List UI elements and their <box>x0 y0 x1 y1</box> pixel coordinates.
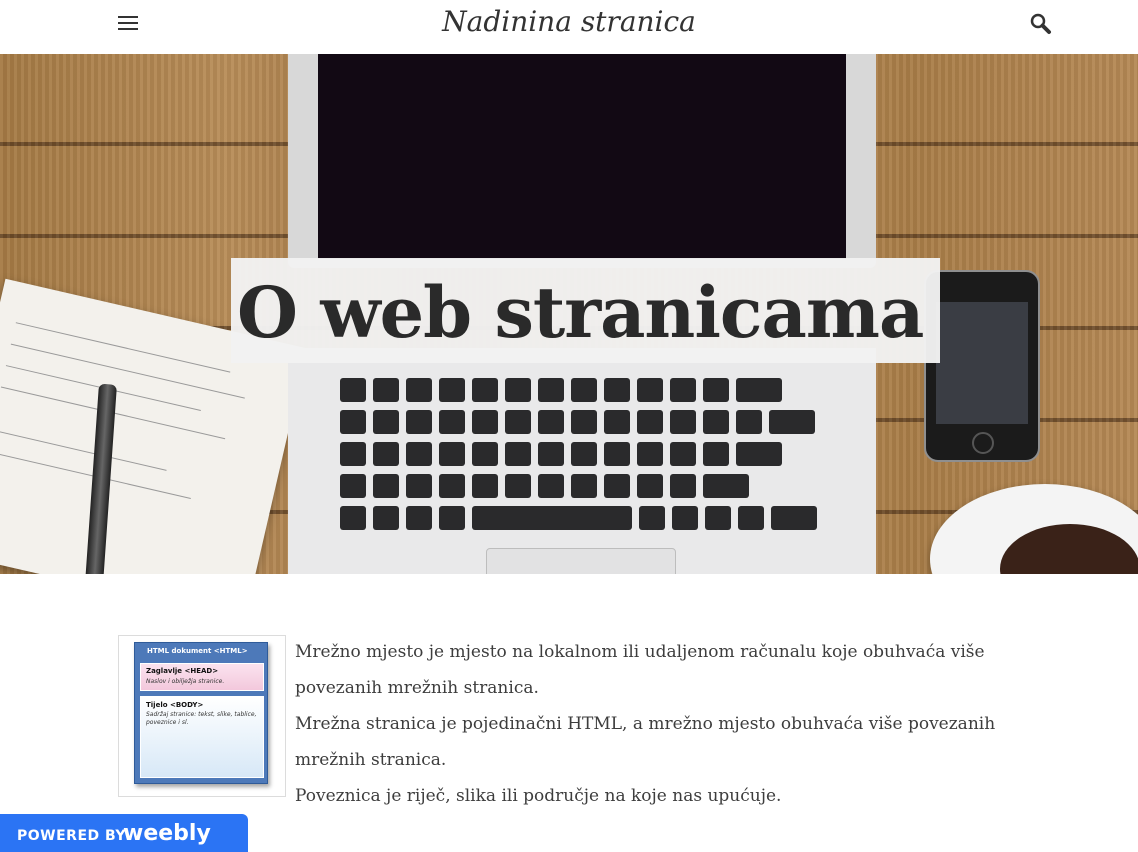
keyboard-key <box>703 442 729 466</box>
keyboard-key <box>538 378 564 402</box>
keyboard-key <box>672 506 698 530</box>
keyboard-key <box>340 442 366 466</box>
keyboard-key <box>771 506 817 530</box>
keyboard-key <box>505 410 531 434</box>
keyboard-key <box>604 474 630 498</box>
keyboard-key <box>472 378 498 402</box>
weebly-logo: weebly <box>123 821 211 846</box>
keyboard-key <box>571 410 597 434</box>
keyboard-key <box>736 410 762 434</box>
keyboard-key <box>738 506 764 530</box>
keyboard-key <box>340 378 366 402</box>
diagram-title: HTML dokument <HTML> <box>147 647 248 655</box>
keyboard-key <box>406 442 432 466</box>
keyboard-key <box>472 506 632 530</box>
keyboard-key <box>505 442 531 466</box>
keyboard-key <box>439 474 465 498</box>
keyboard-key <box>373 442 399 466</box>
keyboard-key <box>340 410 366 434</box>
laptop-screen <box>318 54 846 259</box>
keyboard-key <box>505 378 531 402</box>
keyboard-key <box>538 410 564 434</box>
keyboard-key <box>571 474 597 498</box>
keyboard-key <box>639 506 665 530</box>
keyboard-key <box>571 442 597 466</box>
laptop-keyboard <box>336 364 828 534</box>
html-document-diagram: HTML dokument <HTML> Zaglavlje <HEAD> Na… <box>134 642 268 784</box>
paragraph: Poveznica je riječ, slika ili područje n… <box>295 786 782 806</box>
keyboard-key <box>670 474 696 498</box>
keyboard-key <box>769 410 815 434</box>
keyboard-key <box>571 378 597 402</box>
keyboard-key <box>439 442 465 466</box>
powered-by-weebly-badge[interactable]: POWERED BY weebly <box>0 814 248 852</box>
diagram-head-section: Zaglavlje <HEAD> Naslov i obilježja stra… <box>140 663 264 691</box>
keyboard-key <box>340 506 366 530</box>
keyboard-key <box>703 474 749 498</box>
laptop-trackpad <box>486 548 676 574</box>
keyboard-key <box>538 474 564 498</box>
keyboard-key <box>637 410 663 434</box>
phone-image <box>924 270 1040 462</box>
keyboard-key <box>637 474 663 498</box>
keyboard-key <box>703 410 729 434</box>
diagram-head-label: Zaglavlje <HEAD> <box>146 667 219 675</box>
keyboard-key <box>406 410 432 434</box>
keyboard-key <box>472 474 498 498</box>
paragraph: Mrežno mjesto je mjesto na lokalnom ili … <box>295 642 985 698</box>
keyboard-key <box>373 474 399 498</box>
keyboard-key <box>604 410 630 434</box>
keyboard-key <box>705 506 731 530</box>
keyboard-key <box>373 506 399 530</box>
html-structure-image[interactable]: HTML dokument <HTML> Zaglavlje <HEAD> Na… <box>118 635 286 797</box>
keyboard-key <box>736 442 782 466</box>
diagram-body-desc: Sadržaj stranice: tekst, slike, tablice,… <box>146 711 257 726</box>
keyboard-key <box>373 378 399 402</box>
keyboard-key <box>637 442 663 466</box>
content-text: Mrežno mjesto je mjesto na lokalnom ili … <box>295 634 1065 814</box>
site-title[interactable]: Nadinina stranica <box>0 5 1138 38</box>
keyboard-key <box>670 442 696 466</box>
diagram-head-desc: Naslov i obilježja stranice. <box>146 678 225 685</box>
page-title: O web stranicama <box>237 271 924 354</box>
powered-by-label: POWERED BY <box>17 828 127 844</box>
keyboard-key <box>439 410 465 434</box>
keyboard-key <box>505 474 531 498</box>
keyboard-key <box>604 378 630 402</box>
search-icon[interactable] <box>1030 13 1052 35</box>
keyboard-key <box>373 410 399 434</box>
keyboard-key <box>637 378 663 402</box>
paragraph: Mrežna stranica je pojedinačni HTML, a m… <box>295 714 996 770</box>
keyboard-key <box>439 378 465 402</box>
keyboard-key <box>604 442 630 466</box>
keyboard-key <box>340 474 366 498</box>
keyboard-key <box>670 410 696 434</box>
keyboard-key <box>670 378 696 402</box>
keyboard-key <box>439 506 465 530</box>
keyboard-key <box>472 442 498 466</box>
keyboard-key <box>736 378 782 402</box>
site-header: Nadinina stranica <box>0 0 1138 54</box>
keyboard-key <box>406 474 432 498</box>
keyboard-key <box>703 378 729 402</box>
keyboard-key <box>406 378 432 402</box>
keyboard-key <box>406 506 432 530</box>
diagram-body-label: Tijelo <BODY> <box>146 701 204 709</box>
keyboard-key <box>538 442 564 466</box>
diagram-body-section: Tijelo <BODY> Sadržaj stranice: tekst, s… <box>140 696 264 778</box>
keyboard-key <box>472 410 498 434</box>
